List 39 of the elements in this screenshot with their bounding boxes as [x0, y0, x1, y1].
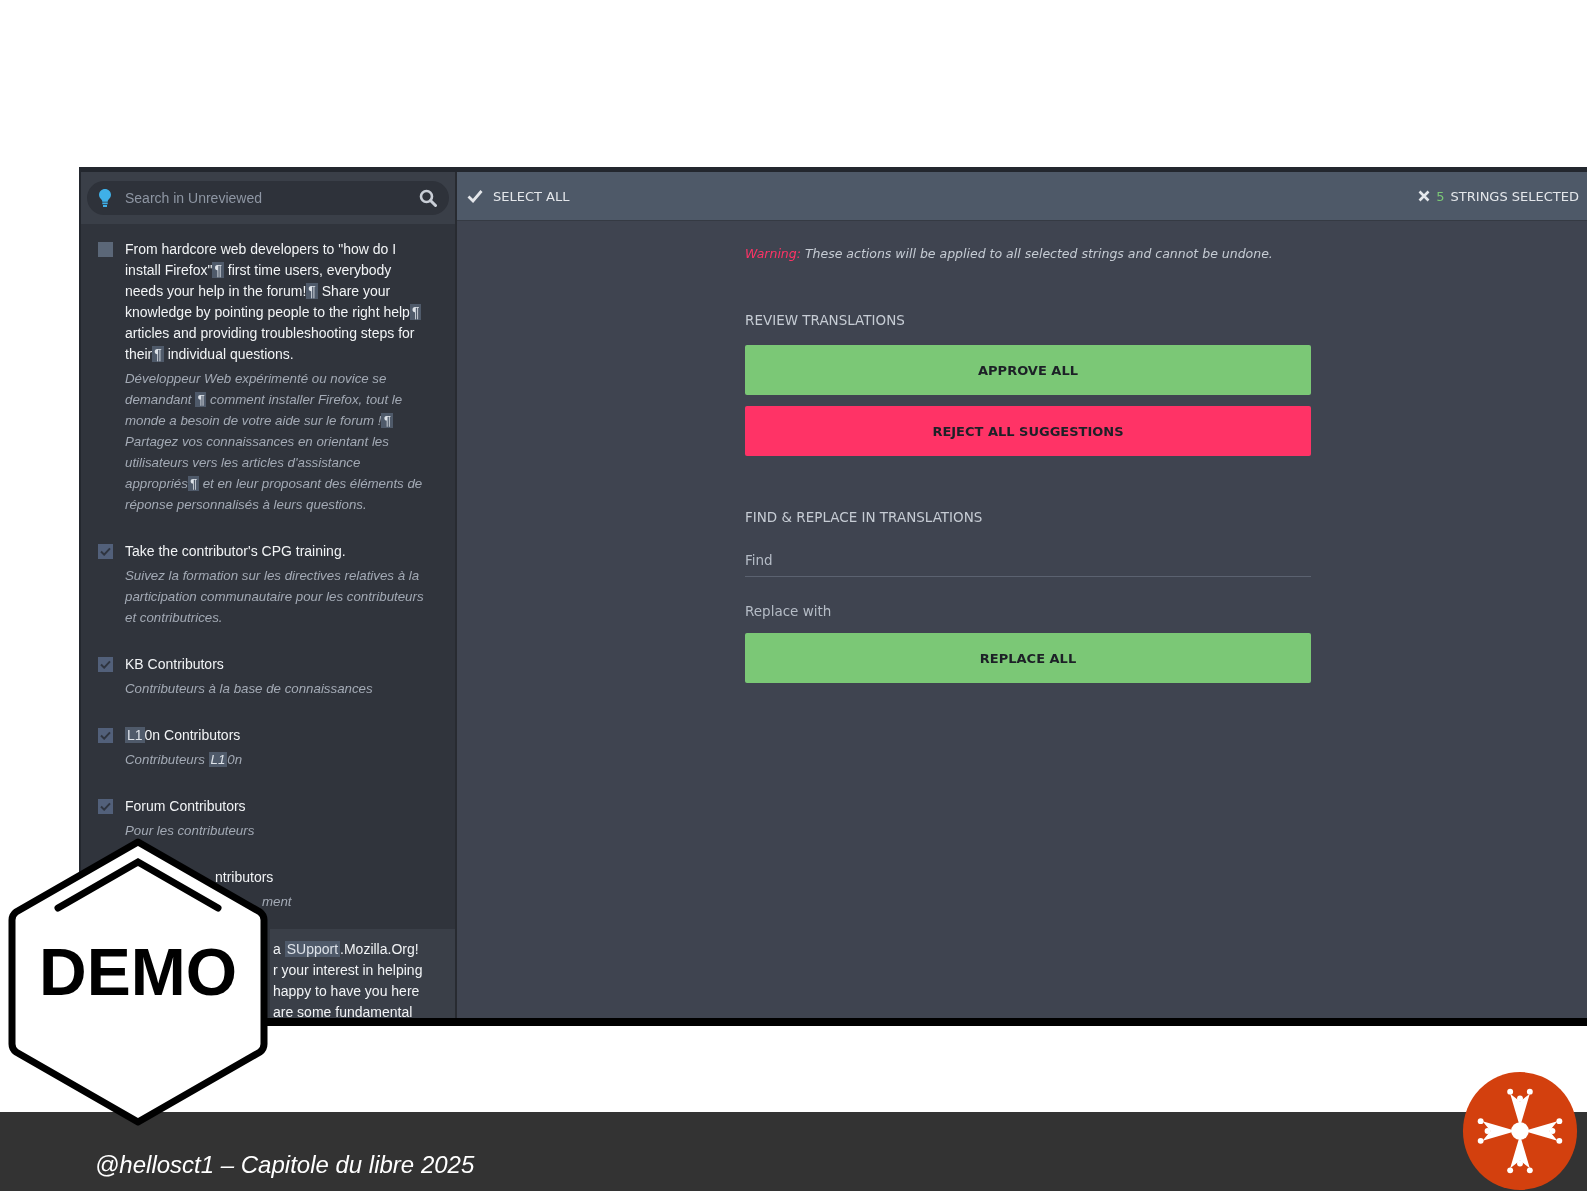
checkbox[interactable]: [98, 544, 113, 559]
checkbox[interactable]: [98, 728, 113, 743]
source-text: KB Contributors: [125, 655, 225, 674]
selected-count: 5: [1436, 188, 1445, 204]
replace-field[interactable]: Replace with: [745, 599, 1311, 627]
close-icon[interactable]: [1418, 190, 1431, 202]
approve-button[interactable]: REPLACE ALL: [745, 633, 1311, 683]
select-all-button[interactable]: SELECT ALL: [467, 188, 570, 204]
selected-string[interactable]: a SUpport.Mozilla.Org! r your interest in helping happy to have you here are some fundamental: [270, 929, 455, 1018]
source-text: From hardcore web developers to "how do I install Firefox"¶ first time users, everybody needs your help in the forum!¶ Share your knowledge by pointing people to the right help¶ articles and providing troubleshooting steps for their¶ individual questions.: [125, 240, 423, 364]
source-text-line: a SUpport.Mozilla.Org!: [273, 940, 420, 959]
source-text: Forum Contributors: [125, 797, 247, 816]
section-heading: REVIEW TRANSLATIONS: [745, 312, 906, 328]
selected-label: STRINGS SELECTED: [1450, 188, 1579, 204]
source-text: Take the contributor's CPG training.: [125, 542, 347, 561]
source-text-line: happy to have you here: [273, 982, 421, 1001]
search-field[interactable]: Search in Unreviewed: [87, 181, 449, 215]
checkbox[interactable]: [98, 242, 113, 257]
source-text-line: r your interest in helping: [273, 961, 424, 980]
source-text: ntributors: [215, 868, 275, 887]
section-heading: FIND & REPLACE IN TRANSLATIONS: [745, 509, 984, 525]
lightbulb-icon: [99, 189, 111, 207]
translation-text: ment: [261, 893, 293, 911]
source-text: L1 0n Contributors: [125, 726, 242, 745]
reject-button[interactable]: REJECT ALL SUGGESTIONS: [745, 406, 1311, 456]
footer-credit: @hellosct1 – Capitole du libre 2025: [95, 1151, 475, 1179]
approve-button[interactable]: APPROVE ALL: [745, 345, 1311, 395]
translation-text: Développeur Web expérimenté ou novice se demandant ¶ comment installer Firefox, tout le monde a besoin de votre aide sur le forum !¶ Partagez vos connaissances en orientant les utilisateurs vers les articles d'assistance appropriés¶ et en leur proposant des éléments de réponse personnalisés à leurs questions.: [125, 370, 424, 514]
translation-text: Pour les contributeurs: [125, 822, 256, 840]
search-icon[interactable]: [419, 189, 437, 207]
find-field[interactable]: Find: [745, 542, 1311, 577]
source-text-line: are some fundamental: [273, 1003, 414, 1018]
checkmark-icon: [467, 189, 483, 203]
translation-text: Suivez la formation sur les directives relatives à la participation communautaire pour les contributeurs et contributrices.: [125, 567, 425, 627]
checkbox[interactable]: [98, 657, 113, 672]
checkbox[interactable]: [98, 799, 113, 814]
warning-text: Warning: These actions will be applied to all selected strings and cannot be undone.: [745, 246, 1274, 261]
translation-text: Contributeurs à la base de connaissances: [125, 680, 374, 698]
translation-text: Contributeurs L1 0n: [125, 751, 244, 769]
